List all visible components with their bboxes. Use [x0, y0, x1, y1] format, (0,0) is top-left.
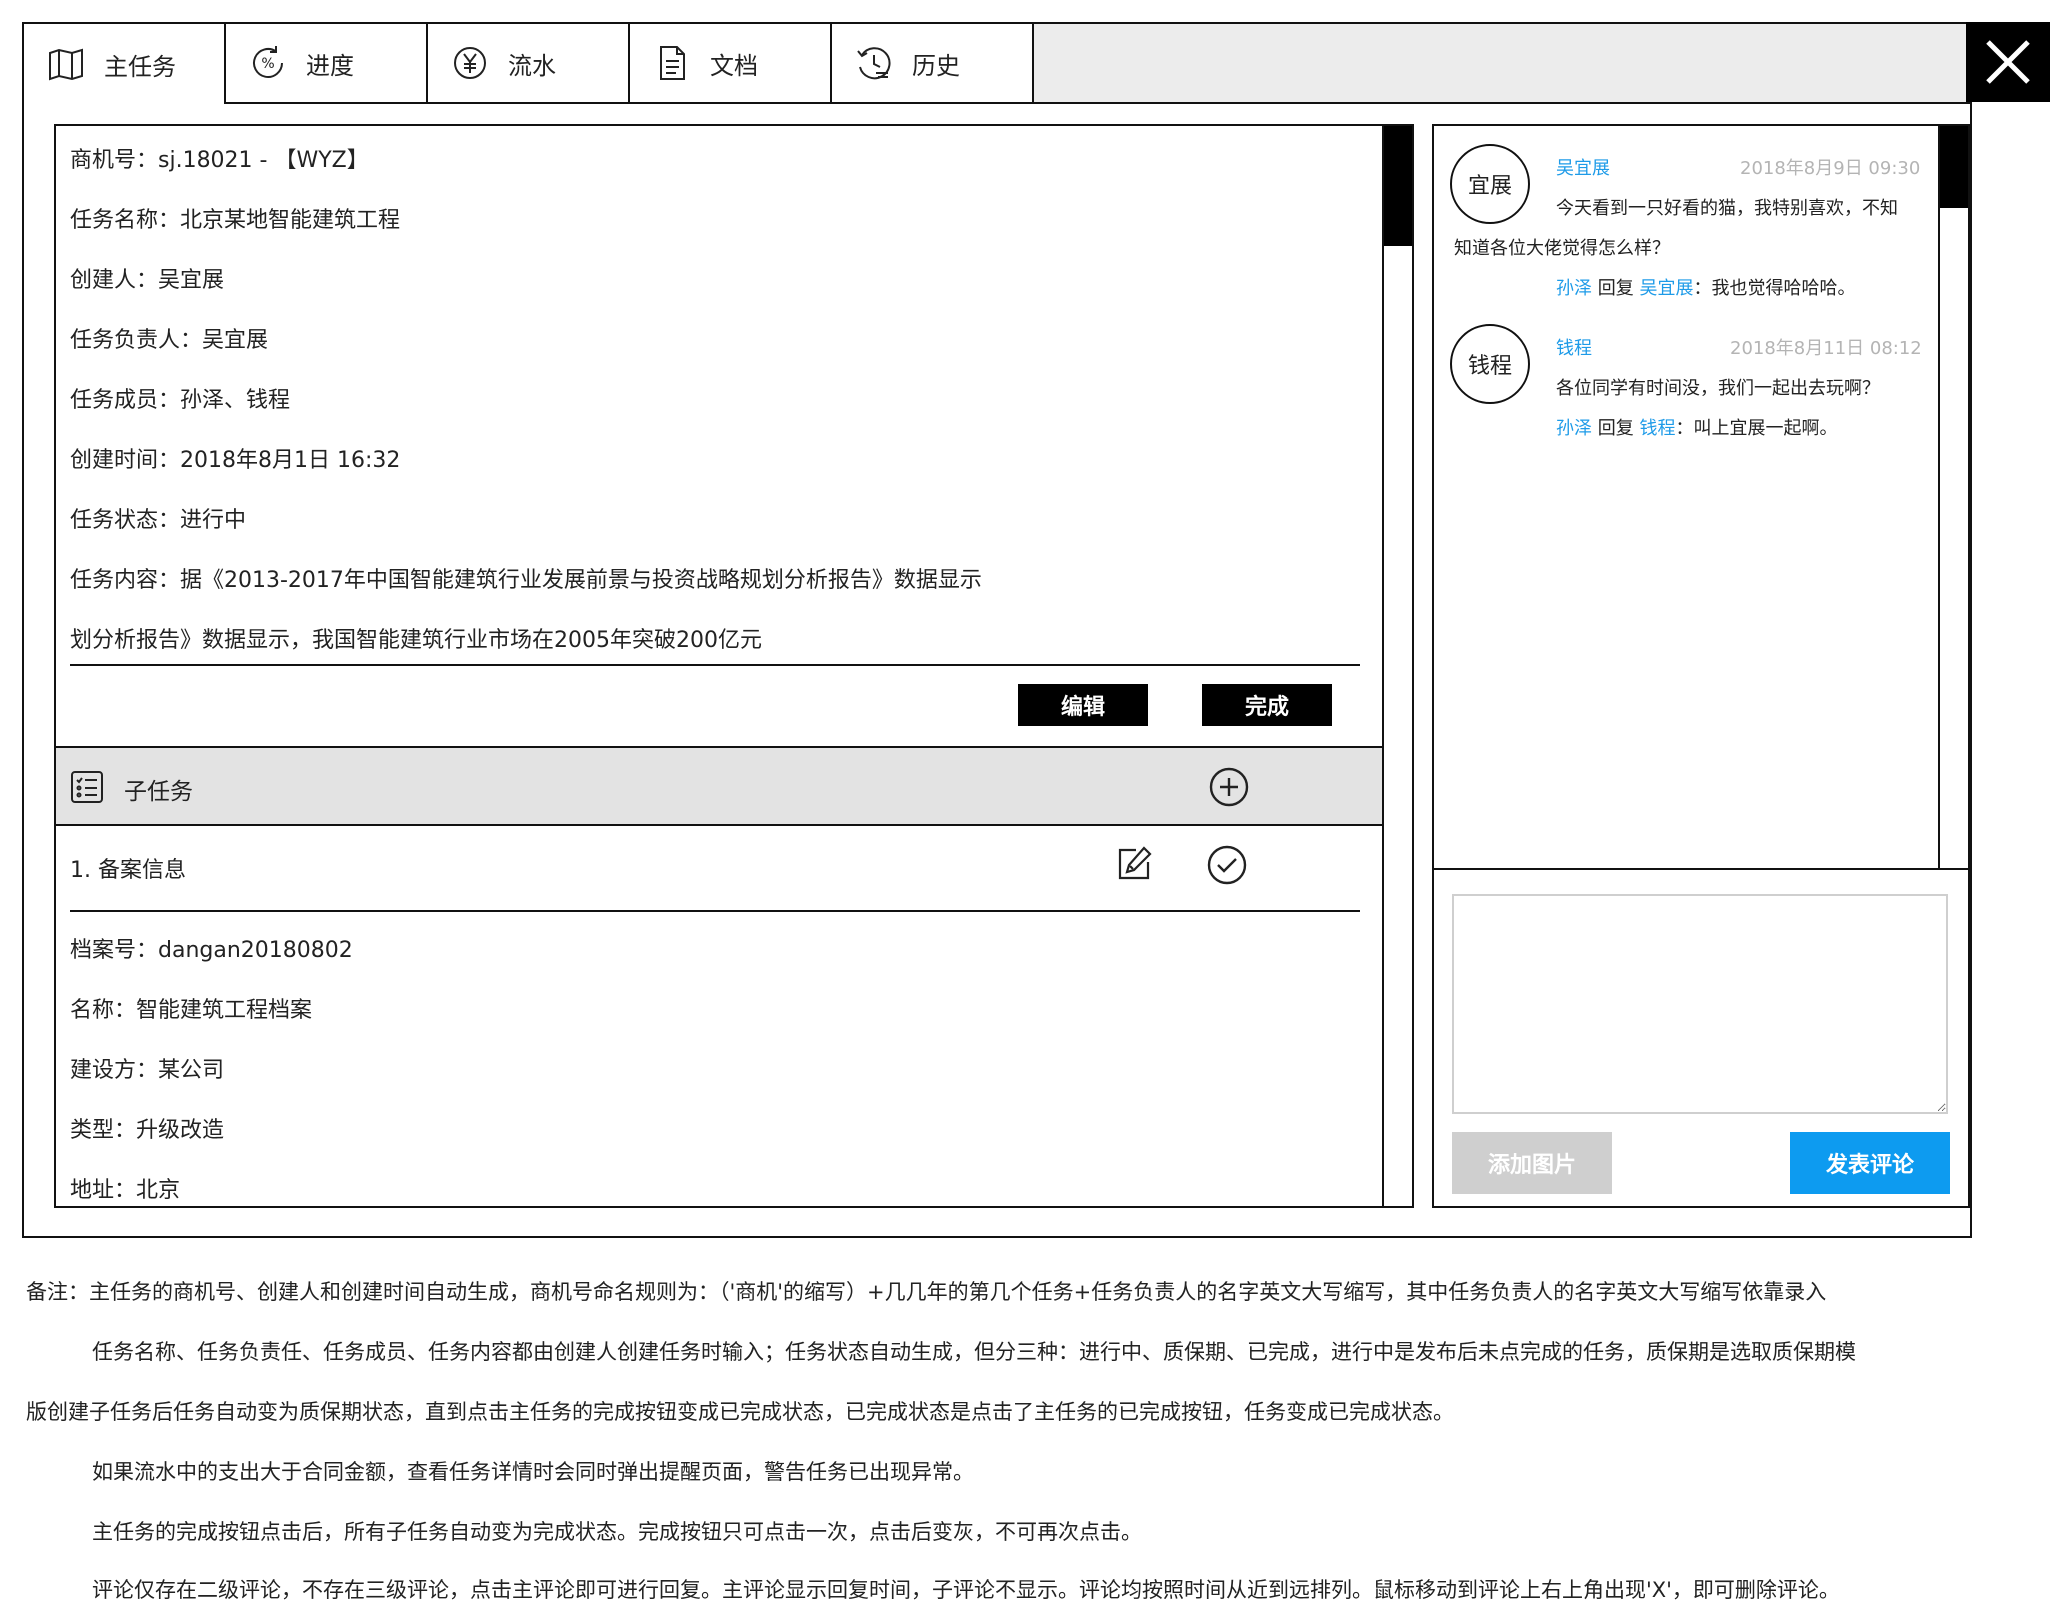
reply-text: ：叫上宜展一起啊。 [1675, 418, 1838, 439]
tab-label: 历史 [912, 51, 960, 80]
comment-input[interactable] [1452, 894, 1948, 1114]
comment-time: 2018年8月11日 08:12 [1730, 338, 1922, 359]
scrollbar[interactable] [1938, 126, 1968, 868]
task-members: 任务成员：孙泽、钱程 [70, 388, 291, 413]
note-line: 如果流水中的支出大于合同金额，查看任务详情时会同时弹出提醒页面，警告任务已出现异… [92, 1460, 974, 1484]
map-icon [49, 48, 83, 81]
task-status: 任务状态：进行中 [70, 508, 247, 533]
tab-progress[interactable]: % 进度 [226, 24, 428, 102]
tab-bar: 主任务 % 进度 流水 文档 历史 [24, 24, 1970, 104]
task-detail-window: 主任务 % 进度 流水 文档 历史 商机号：sj.18021 - 【WYZ】 任… [22, 22, 1972, 1238]
builder: 建设方：某公司 [70, 1058, 225, 1083]
scrollbar-thumb[interactable] [1384, 126, 1412, 246]
reply-author[interactable]: 孙泽 [1556, 278, 1592, 299]
comment-text-continued[interactable]: 知道各位大佬觉得怎么样？ [1454, 234, 1670, 260]
scrollbar[interactable] [1382, 126, 1412, 1206]
document-icon [660, 46, 685, 80]
subtask-header: 子任务 [56, 746, 1382, 826]
tab-history[interactable]: 历史 [832, 24, 1034, 102]
close-icon [1986, 40, 2030, 84]
project-type: 类型：升级改造 [70, 1118, 225, 1143]
yuan-icon [454, 47, 486, 79]
divider [70, 664, 1360, 666]
subtask-title: 子任务 [124, 779, 193, 805]
task-content-continued: 划分析报告》数据显示，我国智能建筑行业市场在2005年突破200亿元 [70, 628, 762, 653]
close-button[interactable] [1966, 22, 2050, 102]
comment-author[interactable]: 吴宜展 [1556, 154, 1610, 180]
reply-word: 回复 [1597, 278, 1634, 299]
note-line: 任务名称、任务负责任、任务成员、任务内容都由创建人创建任务时输入；任务状态自动生… [92, 1340, 1856, 1364]
tab-documents[interactable]: 文档 [630, 24, 832, 102]
scrollbar-thumb[interactable] [1940, 126, 1968, 208]
edit-button[interactable]: 编辑 [1018, 684, 1148, 726]
add-image-button[interactable]: 添加图片 [1452, 1132, 1612, 1194]
comment-author[interactable]: 钱程 [1556, 334, 1592, 360]
svg-text:%: % [261, 56, 274, 72]
comment-list: 宜展 吴宜展 2018年8月9日 09:30 今天看到一只好看的猫，我特别喜欢，… [1434, 126, 1968, 870]
task-owner: 任务负责人：吴宜展 [70, 328, 269, 353]
checklist-icon [71, 771, 103, 803]
tab-cashflow[interactable]: 流水 [428, 24, 630, 102]
subtask-item-title: 1. 备案信息 [70, 858, 186, 883]
tab-label: 主任务 [104, 52, 176, 81]
archive-name: 名称：智能建筑工程档案 [70, 998, 313, 1023]
task-content: 任务内容：据《2013-2017年中国智能建筑行业发展前景与投资战略规划分析报告… [70, 568, 982, 593]
comment-time: 2018年8月9日 09:30 [1740, 158, 1921, 179]
reply-target[interactable]: 钱程 [1639, 418, 1675, 439]
reply-word: 回复 [1597, 418, 1634, 439]
created-time: 创建时间：2018年8月1日 16:32 [70, 448, 401, 473]
note-line: 评论仅存在二级评论，不存在三级评论，点击主评论即可进行回复。主评论显示回复时间，… [92, 1578, 1840, 1602]
opportunity-number: 商机号：sj.18021 - 【WYZ】 [70, 148, 369, 173]
post-comment-button[interactable]: 发表评论 [1790, 1132, 1950, 1194]
divider [70, 910, 1360, 912]
avatar[interactable]: 宜展 [1450, 144, 1530, 224]
comments-panel: 宜展 吴宜展 2018年8月9日 09:30 今天看到一只好看的猫，我特别喜欢，… [1432, 124, 1970, 1208]
percent-cycle-icon: % [253, 46, 283, 78]
reply-text: ：我也觉得哈哈哈。 [1693, 278, 1856, 299]
comment-reply[interactable]: 孙泽 回复 钱程：叫上宜展一起啊。 [1556, 414, 1837, 440]
comment-reply[interactable]: 孙泽 回复 吴宜展：我也觉得哈哈哈。 [1556, 274, 1855, 300]
reply-author[interactable]: 孙泽 [1556, 418, 1592, 439]
task-name: 任务名称：北京某地智能建筑工程 [70, 208, 401, 233]
tab-label: 文档 [710, 51, 758, 80]
creator: 创建人：吴宜展 [70, 268, 225, 293]
avatar[interactable]: 钱程 [1450, 324, 1530, 404]
add-subtask-icon[interactable] [1208, 766, 1250, 808]
complete-check-icon[interactable] [1206, 844, 1248, 886]
comment-text[interactable]: 各位同学有时间没，我们一起出去玩啊？ [1556, 374, 1880, 400]
tab-main-task[interactable]: 主任务 [24, 24, 226, 104]
edit-icon[interactable] [1114, 844, 1154, 884]
history-icon [857, 47, 891, 80]
tab-label: 流水 [508, 51, 556, 80]
archive-number: 档案号：dangan20180802 [70, 938, 353, 963]
note-line: 主任务的完成按钮点击后，所有子任务自动变为完成状态。完成按钮只可点击一次，点击后… [92, 1520, 1142, 1544]
complete-button[interactable]: 完成 [1202, 684, 1332, 726]
note-line: 版创建子任务后任务自动变为质保期状态，直到点击主任务的完成按钮变成已完成状态，已… [26, 1400, 1454, 1424]
main-task-panel: 商机号：sj.18021 - 【WYZ】 任务名称：北京某地智能建筑工程 创建人… [54, 124, 1414, 1208]
reply-target[interactable]: 吴宜展 [1639, 278, 1693, 299]
note-line: 备注：主任务的商机号、创建人和创建时间自动生成，商机号命名规则为：（'商机'的缩… [26, 1280, 1827, 1304]
tab-label: 进度 [306, 51, 354, 80]
comment-text[interactable]: 今天看到一只好看的猫，我特别喜欢，不知 [1556, 194, 1898, 220]
address: 地址：北京 [70, 1178, 181, 1203]
